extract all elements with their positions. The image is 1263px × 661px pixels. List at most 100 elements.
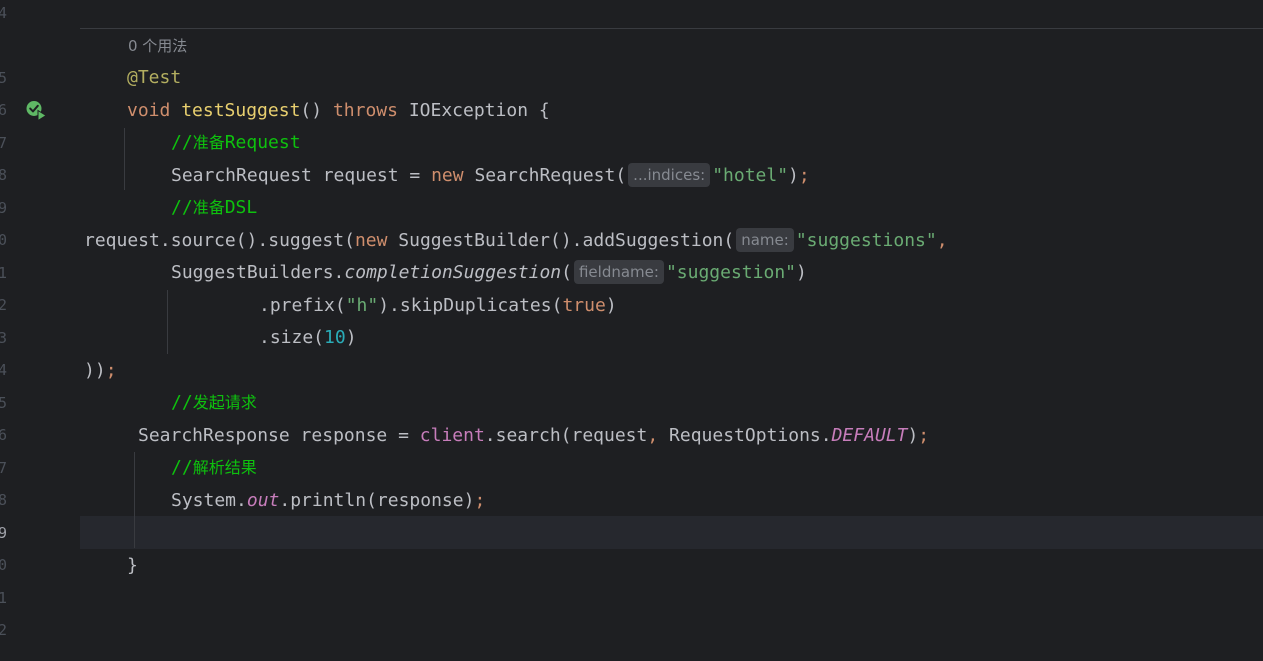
code-text: SearchResponse response = (138, 425, 420, 446)
line-number[interactable]: 4 (0, 0, 7, 29)
line-number[interactable]: 2 (0, 289, 7, 321)
semicolon: ; (798, 165, 810, 186)
comment-text: 发起请求 (192, 393, 257, 412)
code-text: )) (84, 360, 106, 381)
semicolon: ; (105, 360, 117, 381)
static-method: completionSuggestion (344, 262, 562, 283)
line-number[interactable]: 0 (0, 549, 7, 581)
code-text: SearchRequest request = (171, 165, 432, 186)
comment-slash: // (171, 132, 193, 153)
code-text: .println(response) (279, 490, 475, 511)
code-text: ) (788, 165, 799, 186)
comment-text: 解析结果 (192, 458, 257, 477)
exception-type: IOException { (408, 100, 550, 121)
line-gutter[interactable]: 4 5 6 7 8 9 0 1 2 3 4 5 6 7 8 9 0 1 2 (0, 0, 80, 661)
code-text: ) (907, 425, 919, 446)
comment-slash: // (171, 392, 193, 413)
code-line[interactable]: } (127, 550, 138, 582)
keyword-new: new (431, 165, 464, 186)
code-text: SuggestBuilder().addSuggestion( (387, 230, 735, 251)
comment-text: 准备 (192, 133, 225, 152)
run-test-passed-icon[interactable] (25, 100, 47, 122)
code-text: .search(request (484, 425, 648, 446)
line-number[interactable]: 7 (0, 127, 7, 159)
code-comment[interactable]: //准备Request (171, 127, 301, 159)
code-text: ) (605, 295, 617, 316)
code-line[interactable]: SearchRequest request = new SearchReques… (171, 160, 810, 192)
comment-slash: // (171, 457, 193, 478)
indent-guide (124, 128, 125, 190)
code-comment[interactable]: //解析结果 (171, 452, 257, 484)
string-literal: "hotel" (712, 165, 789, 186)
code-text: System. (171, 490, 247, 511)
code-comment[interactable]: //准备DSL (171, 192, 257, 224)
string-literal: "suggestions" (795, 230, 937, 251)
keyword-throws: throws (332, 100, 398, 121)
code-text: ).skipDuplicates( (378, 295, 563, 316)
line-number[interactable]: 8 (0, 159, 7, 191)
line-number[interactable]: 9 (0, 192, 7, 224)
string-literal: "suggestion" (665, 262, 796, 283)
comment-text: 准备 (192, 198, 225, 217)
line-number[interactable]: 1 (0, 582, 7, 614)
comment-text: DSL (224, 197, 258, 218)
code-text: .size( (259, 327, 325, 348)
current-line-highlight (80, 516, 1263, 549)
code-comment[interactable]: //发起请求 (171, 387, 257, 419)
line-number[interactable]: 0 (0, 224, 7, 256)
line-number[interactable]: 3 (0, 322, 7, 354)
string-literal: "h" (345, 295, 379, 316)
parameter-hint: fieldname: (573, 260, 664, 284)
line-number-current[interactable]: 9 (0, 517, 7, 549)
code-line[interactable]: request.source().suggest(new SuggestBuil… (84, 225, 948, 257)
code-line[interactable]: .prefix("h").skipDuplicates(true) (259, 290, 617, 322)
code-line[interactable]: )); (84, 355, 117, 387)
code-line[interactable]: SuggestBuilders.completionSuggestion(fie… (171, 257, 807, 289)
static-field: DEFAULT (831, 425, 908, 446)
code-text: ) (796, 262, 807, 283)
keyword-true: true (562, 295, 606, 316)
usage-count-hint[interactable]: 0 个用法 (128, 30, 187, 62)
code-text: SearchRequest( (463, 165, 627, 186)
code-text: request.source().suggest( (84, 230, 355, 251)
line-number[interactable]: 1 (0, 257, 7, 289)
line-number[interactable]: 5 (0, 387, 7, 419)
line-number[interactable]: 6 (0, 94, 7, 126)
line-number[interactable]: 6 (0, 419, 7, 451)
code-line[interactable]: System.out.println(response); (171, 485, 485, 517)
indent-guide (167, 290, 168, 354)
indent-guide (134, 452, 135, 548)
field-client: client (419, 425, 485, 446)
keyword-new: new (354, 230, 388, 251)
method-separator (80, 28, 1263, 29)
code-line[interactable]: .size(10) (259, 322, 357, 354)
parameter-hint: ...indices: (628, 163, 711, 187)
code-text: RequestOptions. (658, 425, 832, 446)
semicolon: ; (918, 425, 930, 446)
number-literal: 10 (324, 327, 346, 348)
code-text: ) (345, 327, 357, 348)
parameter-hint: name: (736, 228, 794, 252)
comma: , (647, 425, 659, 446)
code-editor[interactable]: 4 5 6 7 8 9 0 1 2 3 4 5 6 7 8 9 0 1 2 0 … (0, 0, 1263, 661)
code-line[interactable]: @Test (127, 62, 181, 94)
code-line[interactable]: SearchResponse response = client.search(… (138, 420, 929, 452)
semicolon: ; (474, 490, 486, 511)
comma: , (936, 230, 948, 251)
closing-brace: } (127, 555, 138, 576)
keyword-void: void (127, 100, 171, 121)
code-text: SuggestBuilders. (171, 262, 345, 283)
method-name: testSuggest (181, 100, 301, 121)
static-field: out (246, 490, 280, 511)
code-line[interactable]: void testSuggest() throws IOException { (127, 95, 550, 127)
comment-slash: // (171, 197, 193, 218)
line-number[interactable]: 2 (0, 614, 7, 646)
line-number[interactable]: 5 (0, 62, 7, 94)
line-number[interactable]: 8 (0, 484, 7, 516)
line-number[interactable]: 7 (0, 452, 7, 484)
parens: () (300, 100, 323, 121)
comment-text: Request (224, 132, 301, 153)
annotation: @Test (127, 67, 182, 88)
code-text: .prefix( (259, 295, 346, 316)
line-number[interactable]: 4 (0, 354, 7, 386)
